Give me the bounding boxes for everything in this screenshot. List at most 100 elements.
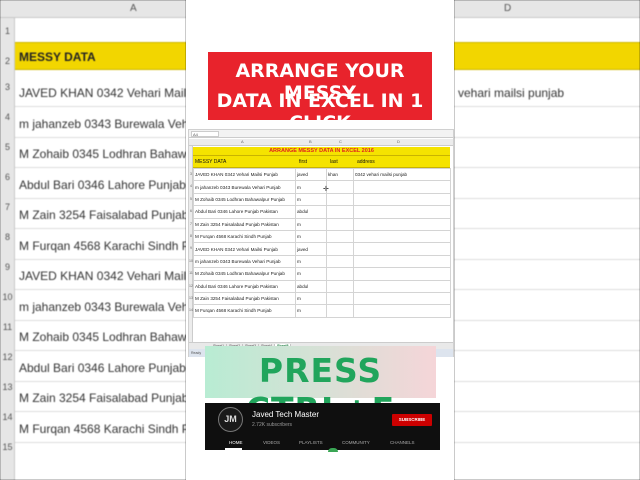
grid-cell[interactable] <box>326 192 354 207</box>
grid-cell[interactable]: M Zohaib 0345 Lodhran Bahawalpur Punjab <box>193 192 296 207</box>
background-sheet-right: D vehari mailsi punjab <box>454 0 640 480</box>
grid-cell[interactable] <box>353 279 451 293</box>
grid-cell[interactable]: m <box>295 304 327 318</box>
grid-cell[interactable] <box>326 229 354 244</box>
row-line <box>454 258 640 260</box>
row-number: 9 <box>4 262 10 272</box>
row-number: 11 <box>2 322 13 332</box>
grid-cell[interactable]: m <box>295 267 327 281</box>
grid-cell[interactable] <box>353 267 451 281</box>
grid-cell[interactable] <box>353 217 451 231</box>
grid-cell[interactable]: m <box>295 291 327 306</box>
row-number: 12 <box>2 352 13 362</box>
col-b: B <box>309 139 312 144</box>
grid-cell[interactable] <box>353 304 451 318</box>
row-number: 15 <box>2 442 13 452</box>
grid-cell[interactable] <box>353 254 451 269</box>
grid-cell[interactable] <box>326 205 354 219</box>
tab-community[interactable]: COMMUNITY <box>342 440 370 445</box>
row-line <box>454 411 640 412</box>
grid-cell[interactable] <box>353 192 451 207</box>
grid-cell[interactable]: M Zain 3254 Faisalabad Punjab Pakistan <box>193 217 296 231</box>
grid-cell[interactable]: M Furqan 4568 Karachi Sindh Punjab <box>193 304 296 318</box>
grid-cell[interactable] <box>353 180 451 194</box>
row-number: 2 <box>4 56 10 66</box>
grid-cell[interactable] <box>326 279 354 293</box>
grid-cell[interactable] <box>326 291 354 306</box>
grid-cell[interactable]: JAVED KHAN 0342 Vehari Mailsi Punjab <box>193 242 296 256</box>
row-line <box>15 411 186 412</box>
row-number: 8 <box>4 232 10 242</box>
row-number: 4 <box>4 112 10 122</box>
grid-cell[interactable] <box>353 205 451 219</box>
table-row: M Zohaib 0345 Lodhran Bahawalpur Punjab m <box>193 192 451 207</box>
grid-cell[interactable] <box>326 267 354 281</box>
row-number: 7 <box>4 202 10 212</box>
row-number: 5 <box>4 142 10 152</box>
grid-cell[interactable] <box>353 242 451 256</box>
background-cell: M Zohaib 0345 Lodhran Bahawalpur Punjab <box>19 330 186 344</box>
row-line <box>454 167 640 168</box>
grid-cell[interactable]: m <box>295 180 327 194</box>
header-address[interactable]: address <box>357 159 375 165</box>
row-line <box>454 106 640 107</box>
grid-cell[interactable] <box>326 217 354 231</box>
row-line <box>454 136 640 138</box>
tab-videos[interactable]: VIDEOS <box>263 440 280 445</box>
row-line <box>454 289 640 290</box>
grid-cell[interactable]: JAVED KHAN 0342 Vehari Mailsi Punjab <box>193 167 296 182</box>
grid-cell[interactable] <box>326 180 354 194</box>
channel-avatar[interactable]: JM <box>218 407 243 432</box>
tab-playlists[interactable]: PLAYLISTS <box>299 440 323 445</box>
grid-cell[interactable]: khan <box>326 167 354 182</box>
channel-name[interactable]: Javed Tech Master <box>252 410 319 419</box>
grid-cell[interactable] <box>326 304 354 318</box>
grid-cell[interactable] <box>326 254 354 269</box>
grid-cell[interactable]: javed <box>295 242 327 256</box>
grid-cell[interactable]: Abdul Bari 0346 Lahore Punjab Pakistan <box>193 279 296 293</box>
grid-cell[interactable]: m jahanzeb 0343 Burewala Vehari Punjab <box>193 254 296 269</box>
row-line <box>15 136 186 138</box>
grid-cell[interactable]: m <box>295 229 327 244</box>
name-box[interactable]: A4 <box>191 131 219 137</box>
grid-cell[interactable] <box>326 242 354 256</box>
header-messy-data[interactable]: MESSY DATA <box>195 159 226 165</box>
messy-data-heading: MESSY DATA <box>19 50 96 64</box>
grid-cell[interactable]: javed <box>295 167 327 182</box>
grid-cell[interactable]: abdul <box>295 279 327 293</box>
background-sheet-left: A 1 2 3 4 5 6 7 8 9 10 11 12 13 14 15 MESSY DATA JAVED… <box>0 0 186 480</box>
avatar-initials: JM <box>224 414 237 424</box>
header-first[interactable]: first <box>299 159 307 165</box>
subscribe-button[interactable]: SUBSCRIBE <box>392 414 432 426</box>
grid-cell[interactable]: m <box>295 254 327 269</box>
col-a: A <box>241 139 244 144</box>
tab-channels[interactable]: CHANNELS <box>390 440 415 445</box>
row-line <box>454 197 640 199</box>
background-cell: M Furqan 4568 Karachi Sindh Punjab <box>19 238 186 253</box>
table-row: m jahanzeb 0343 Burewala Vehari Punjab m <box>193 254 451 269</box>
grid-cell[interactable]: m jahanzeb 0343 Burewala Vehari Punjab <box>193 180 296 194</box>
row-line <box>454 380 640 382</box>
grid-cell[interactable]: m <box>295 192 327 207</box>
grid-cell[interactable]: Abdul Bari 0346 Lahore Punjab Pakistan <box>193 205 296 219</box>
grid-cell[interactable]: 0342 vehari mailsi punjab <box>353 167 451 182</box>
table-row: Abdul Bari 0346 Lahore Punjab Pakistan ab… <box>193 279 451 293</box>
grid-cell[interactable]: abdul <box>295 205 327 219</box>
column-header-a: A <box>130 3 137 14</box>
data-grid: JAVED KHAN 0342 Vehari Mailsi Punjab jave… <box>193 167 451 318</box>
grid-cell[interactable]: m <box>295 217 327 231</box>
grid-cell[interactable]: M Zohaib 0345 Lodhran Bahawalpur Punjab <box>193 267 296 281</box>
row-line <box>454 228 640 229</box>
sheet-title: ARRANGE MESSY DATA IN EXCEL 2016 <box>193 147 450 156</box>
grid-cell[interactable] <box>353 229 451 244</box>
excel-window: A4 A B C D 3 4 5 6 7 8 9 10 11 12 13 14 ARRANGE MES… <box>188 129 454 357</box>
tab-home[interactable]: HOME <box>229 440 243 445</box>
row-header-bar: 1 2 3 4 5 6 7 8 9 10 11 12 13 14 15 <box>0 18 15 480</box>
header-last[interactable]: last <box>330 159 338 165</box>
row-number: 1 <box>4 26 10 36</box>
grid-cell[interactable]: M Zain 3254 Faisalabad Punjab Pakistan <box>193 291 296 306</box>
grid-cell[interactable] <box>353 291 451 306</box>
grid-cell[interactable]: M Furqan 4568 Karachi Sindh Punjab <box>193 229 296 244</box>
background-cell: M Furqan 4568 Karachi Sindh Punjab <box>19 421 186 436</box>
subscriber-count: 2.72K subscribers <box>252 422 293 428</box>
